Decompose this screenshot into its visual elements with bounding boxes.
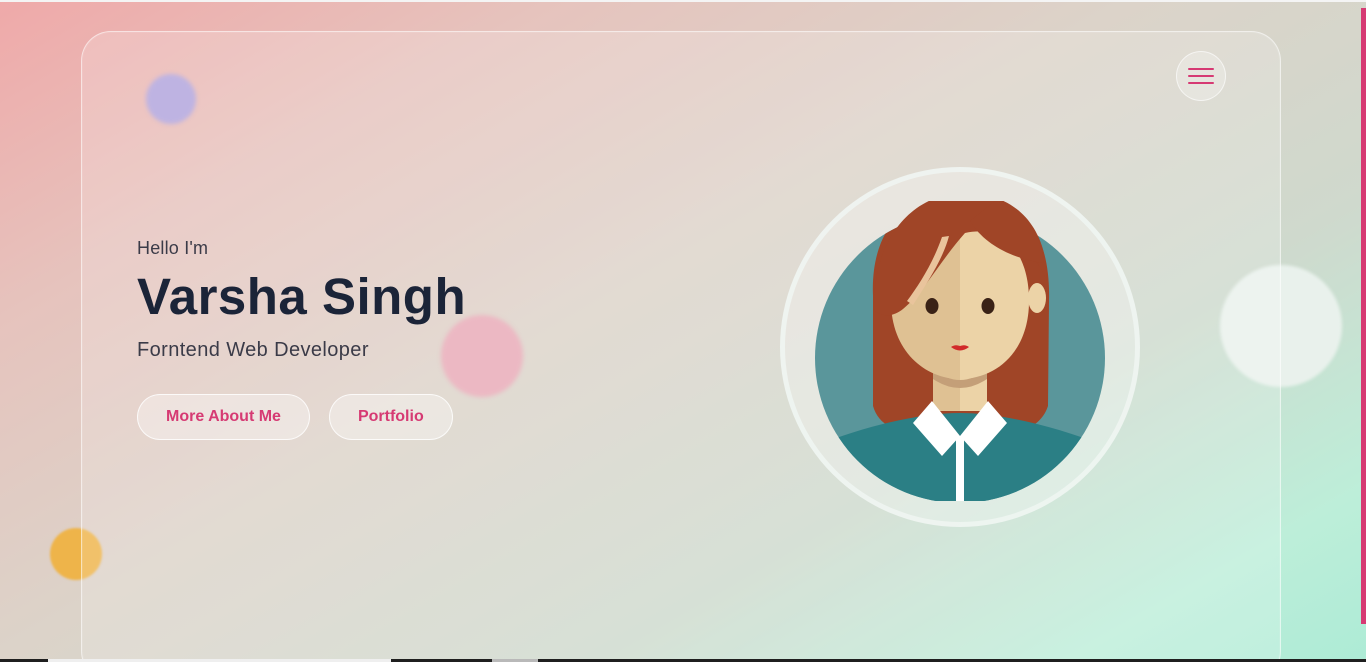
top-edge [0, 0, 1366, 2]
hamburger-menu-icon [1188, 66, 1214, 86]
page-scrollbar[interactable] [1361, 8, 1366, 624]
woman-avatar-illustration [815, 201, 1105, 501]
hero-name: Varsha Singh [137, 268, 467, 325]
role-text: Forntend Web Developer [137, 339, 369, 361]
hero-intro: Hello I'm Varsha Singh Forntend Web Deve… [137, 238, 466, 440]
portfolio-button[interactable]: Portfolio [328, 394, 453, 440]
greeting-text: Hello I'm [137, 238, 209, 258]
menu-button[interactable] [1176, 51, 1226, 101]
hero-actions: More About Me Portfolio [137, 394, 466, 440]
more-about-me-button[interactable]: More About Me [137, 394, 310, 440]
